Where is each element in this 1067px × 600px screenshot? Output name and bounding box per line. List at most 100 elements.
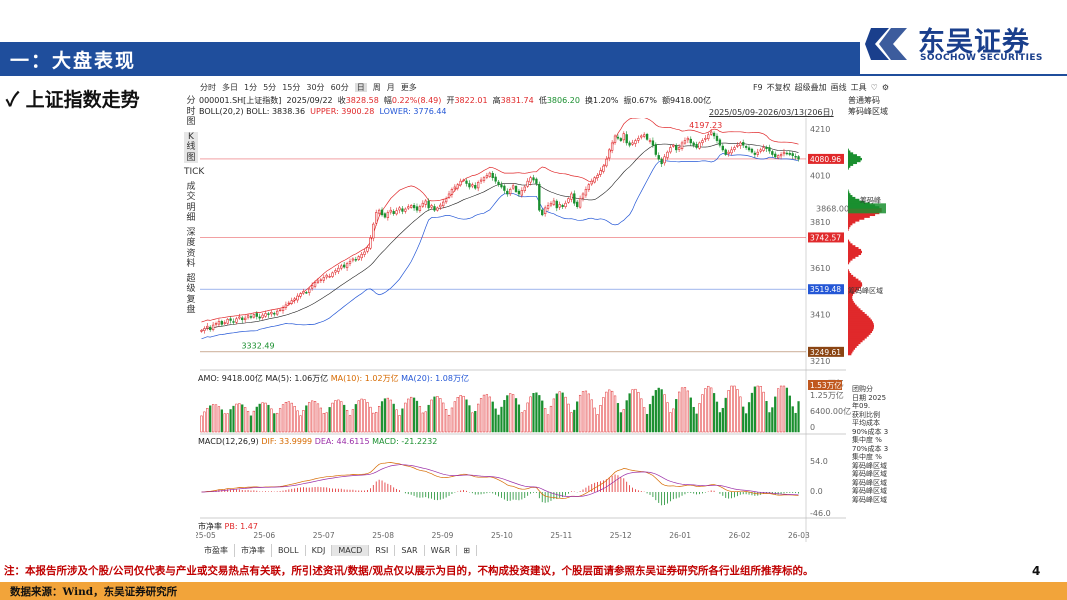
candle	[255, 313, 258, 317]
candle	[488, 172, 491, 177]
volume-bar	[724, 397, 727, 433]
volume-bar	[226, 413, 229, 433]
volume-bar	[672, 408, 675, 433]
candle	[316, 280, 320, 283]
volume-bar	[544, 408, 547, 433]
f9-button[interactable]: F9	[753, 83, 763, 92]
volume-bar	[421, 412, 424, 433]
volume-bar	[258, 403, 261, 433]
volume-bar	[739, 396, 742, 433]
volume-bar	[549, 405, 553, 433]
candle	[628, 142, 631, 146]
period-8[interactable]: 周	[373, 83, 381, 92]
candle	[683, 140, 687, 144]
candle	[401, 208, 404, 212]
indicator-tab-7[interactable]: W&R	[425, 545, 458, 556]
candle	[395, 210, 398, 215]
candle	[666, 151, 669, 158]
chip-stat-2: 获利比例	[852, 410, 880, 419]
volume-bar	[552, 398, 556, 433]
indicator-tab-8[interactable]: ⊞	[457, 545, 477, 556]
period-1[interactable]: 多日	[222, 83, 238, 92]
indicator-tab-4[interactable]: MACD	[332, 545, 370, 556]
candle	[351, 258, 355, 261]
candle	[546, 205, 550, 209]
candle	[476, 182, 480, 189]
indicator-tab-3[interactable]: KDJ	[306, 545, 333, 556]
volume-bar	[348, 415, 352, 433]
volume-bar	[523, 410, 526, 433]
kline-chart[interactable]: 4210 4010 3810 3610 3410 3210 3868.00 4080.96 3…	[196, 118, 894, 542]
volume-bar	[436, 396, 439, 433]
volume-bar	[689, 397, 692, 433]
boll-upper-line	[201, 118, 799, 323]
volume-bar	[576, 401, 579, 433]
volume-bar	[308, 402, 311, 433]
period-2[interactable]: 1分	[244, 83, 257, 92]
period-0[interactable]: 分时	[200, 83, 216, 92]
period-4[interactable]: 15分	[282, 83, 300, 92]
tools-button[interactable]: 工具	[851, 83, 867, 92]
candle	[249, 316, 253, 318]
candle	[543, 207, 547, 214]
favorite-icon[interactable]: ♡	[871, 83, 878, 92]
volume-bar	[736, 389, 739, 433]
candle	[209, 326, 212, 331]
volume-bar	[637, 392, 640, 433]
volume-bar	[363, 399, 366, 433]
amo-value: AMO: 9418.00亿	[198, 374, 263, 383]
pb-title: 市净率	[198, 522, 222, 531]
period-9[interactable]: 月	[387, 83, 395, 92]
volume-bar	[771, 407, 774, 433]
candle	[677, 147, 681, 150]
indicator-tab-0[interactable]: 市盈率	[198, 544, 235, 557]
volume-bar	[444, 409, 448, 433]
period-5[interactable]: 30分	[306, 83, 324, 92]
candle	[733, 147, 736, 150]
candle	[707, 134, 710, 140]
candle	[654, 144, 657, 155]
volume-bar	[477, 403, 480, 433]
volume-bar	[497, 414, 500, 433]
draw-button[interactable]: 画线	[831, 83, 847, 92]
quote-info-line: 000001.SH[上证指数] 2025/09/22 收3828.58 幅0.2…	[199, 96, 712, 105]
volume-bar	[561, 392, 564, 433]
chip-mode[interactable]: 普通筹码	[848, 95, 888, 106]
candle	[278, 309, 282, 312]
chip-stat-7: 集中度 %	[852, 453, 882, 461]
volume-bar	[517, 404, 521, 433]
volume-bar	[485, 394, 489, 433]
volume-bar	[578, 394, 582, 433]
period-10[interactable]: 更多	[401, 83, 417, 92]
indicator-tab-2[interactable]: BOLL	[272, 545, 306, 556]
volume-bar	[768, 412, 771, 433]
candle	[663, 156, 666, 164]
candle	[252, 314, 256, 318]
volume-bar	[777, 388, 780, 433]
volume-bar	[701, 394, 704, 433]
candle	[581, 193, 585, 199]
adjust-button[interactable]: 不复权	[767, 83, 791, 92]
date-range[interactable]: 2025/05/09-2026/03/13(206日)	[709, 107, 834, 118]
candle	[453, 186, 457, 190]
settings-icon[interactable]: ⚙	[882, 83, 889, 92]
indicator-tab-5[interactable]: RSI	[369, 545, 396, 556]
close-value: 3828.58	[345, 96, 379, 105]
candle	[651, 140, 655, 146]
chip-stat-6: 70%成本 3	[852, 444, 889, 453]
candle	[354, 259, 357, 261]
candle	[762, 147, 765, 151]
volume-bar	[779, 385, 783, 433]
indicator-tab-1[interactable]: 市净率	[235, 544, 272, 557]
volume-bar	[640, 398, 643, 433]
overlay-button[interactable]: 超级叠加	[795, 83, 827, 92]
indicator-tab-6[interactable]: SAR	[395, 545, 425, 556]
volume-bar	[328, 407, 331, 433]
volume-bar	[581, 391, 585, 433]
period-3[interactable]: 5分	[263, 83, 276, 92]
period-7[interactable]: 日	[354, 83, 367, 92]
period-6[interactable]: 60分	[331, 83, 349, 92]
chip-bar	[848, 148, 849, 152]
candle	[343, 264, 346, 268]
candle	[325, 274, 328, 278]
